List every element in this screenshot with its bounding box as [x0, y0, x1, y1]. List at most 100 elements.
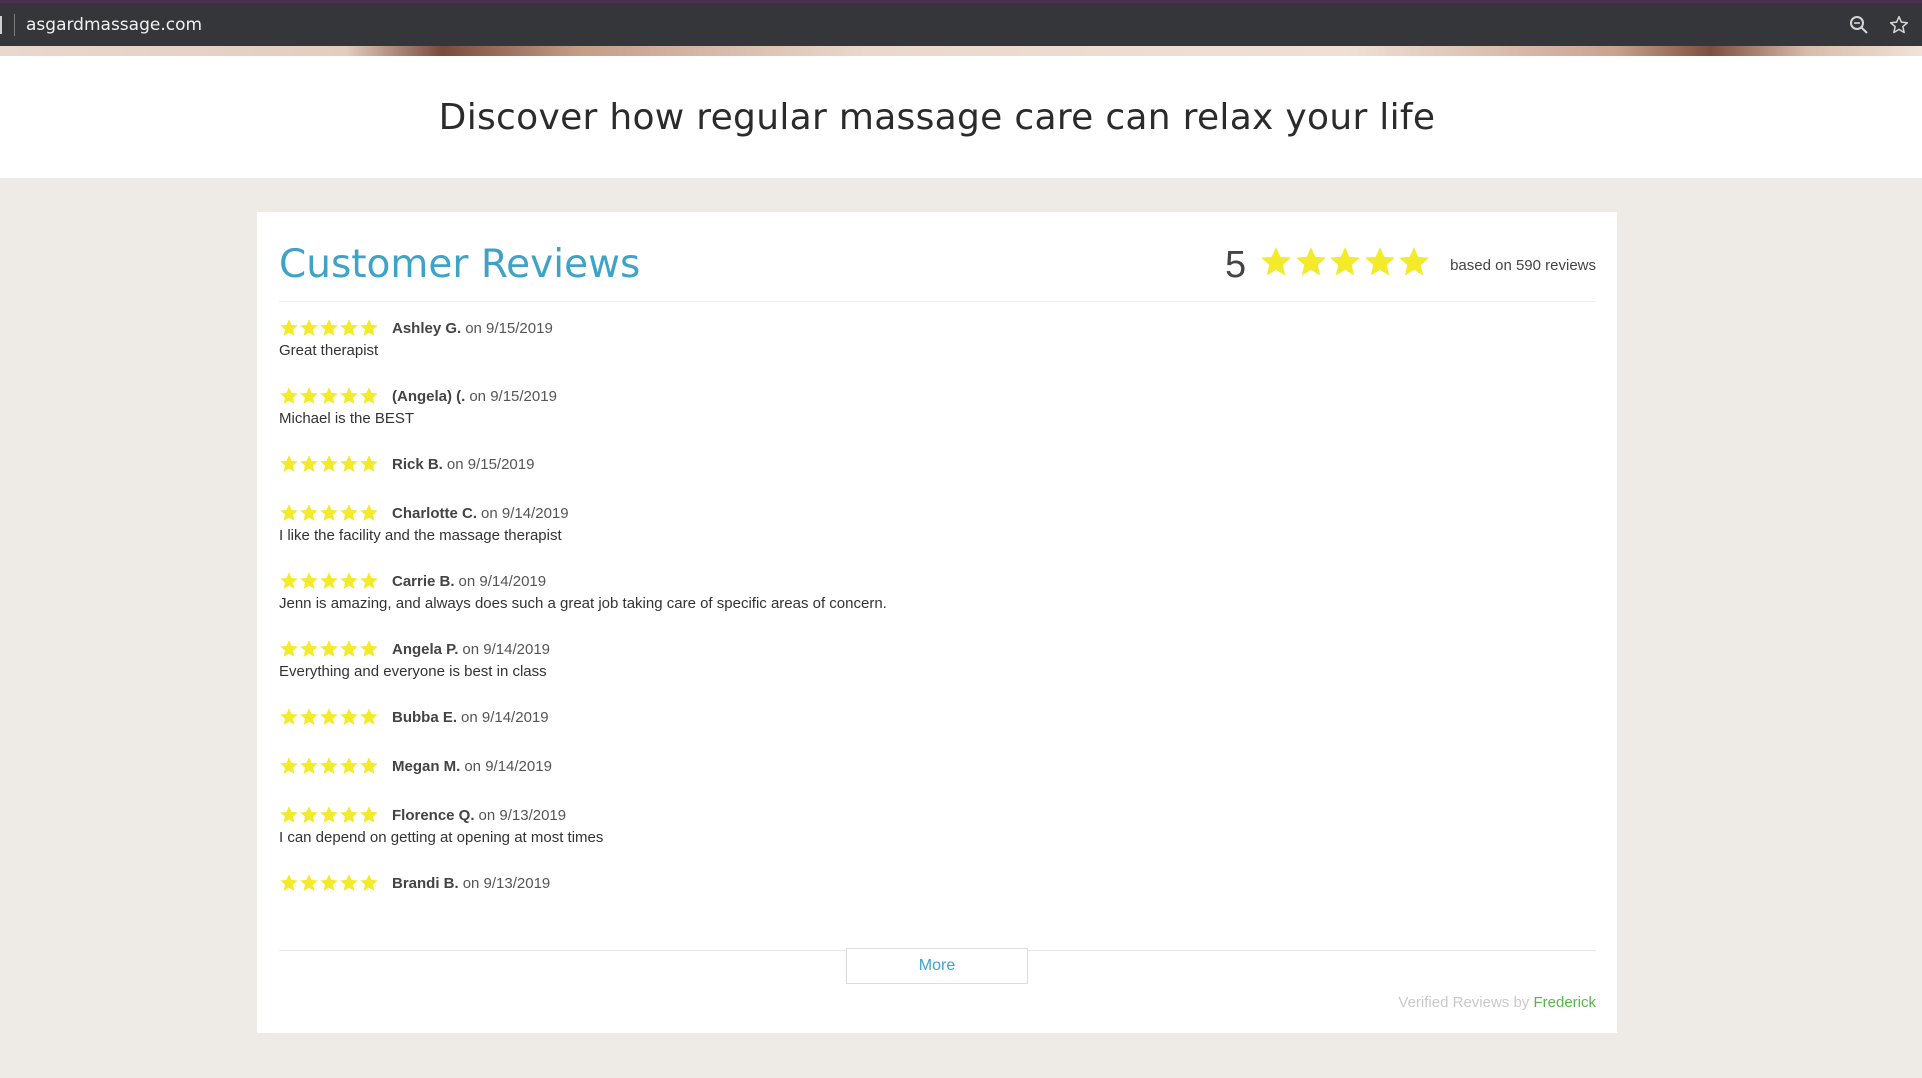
star-icon: [320, 572, 338, 589]
review-item: Brandi B. on 9/13/2019: [279, 872, 1596, 894]
star-icon: [340, 806, 358, 823]
star-icon: [360, 806, 378, 823]
review-item: Angela P. on 9/14/2019 Everything and ever…: [279, 638, 1596, 680]
average-rating: 5: [1225, 244, 1247, 286]
review-date: on 9/15/2019: [446, 455, 535, 473]
star-icon: [300, 387, 318, 404]
review-text: Great therapist: [279, 342, 379, 359]
review-item: Megan M. on 9/14/2019: [279, 755, 1596, 777]
review-date: on 9/14/2019: [464, 757, 552, 775]
star-icon: [360, 387, 378, 404]
zoom-icon[interactable]: [1848, 14, 1870, 36]
star-icon: [360, 640, 378, 657]
review-item: Ashley G. on 9/15/2019 Great therapist: [279, 317, 1596, 359]
star-icon: [1295, 247, 1326, 276]
reviews-widget: Customer Reviews 5 based on 590 reviews …: [257, 212, 1617, 1033]
review-stars: [279, 639, 379, 659]
star-icon: [340, 708, 358, 725]
review-date: on 9/15/2019: [465, 319, 553, 337]
review-stars: [279, 503, 379, 523]
star-icon: [360, 757, 378, 774]
more-button[interactable]: More: [846, 948, 1028, 984]
star-icon: [280, 874, 298, 891]
review-count: based on 590 reviews: [1450, 257, 1596, 274]
star-icon: [280, 757, 298, 774]
review-meta: Ashley G. on 9/15/2019: [279, 317, 1596, 339]
reviewer-name: Rick B.: [392, 455, 443, 473]
review-text: I like the facility and the massage ther…: [279, 527, 562, 544]
review-item: Carrie B. on 9/14/2019 Jenn is amazing, an…: [279, 570, 1596, 612]
review-meta: Rick B. on 9/15/2019: [279, 453, 1596, 475]
reviews-title: Customer Reviews: [279, 242, 641, 287]
reviewer-name: Florence Q.: [392, 806, 475, 824]
review-text: I can depend on getting at opening at mo…: [279, 829, 604, 846]
star-icon: [280, 504, 298, 521]
star-icon: [300, 504, 318, 521]
address-bar[interactable]: asgardmassage.com: [0, 3, 202, 46]
star-icon: [300, 806, 318, 823]
review-text: Jenn is amazing, and always does such a …: [279, 595, 887, 612]
review-stars: [279, 318, 379, 338]
verified-prefix: Verified Reviews by: [1398, 994, 1530, 1011]
verified-brand-link[interactable]: Frederick: [1533, 994, 1596, 1011]
star-icon: [280, 455, 298, 472]
review-item: (Angela) (. on 9/15/2019 Michael is the BE…: [279, 385, 1596, 427]
star-icon: [300, 757, 318, 774]
page-info-icon[interactable]: [0, 15, 2, 34]
review-text: Everything and everyone is best in class: [279, 663, 547, 680]
star-icon: [1330, 247, 1360, 276]
address-separator: [14, 13, 15, 36]
star-icon: [280, 319, 298, 336]
review-meta: Bubba E. on 9/14/2019: [279, 706, 1596, 728]
star-icon: [340, 572, 358, 589]
star-icon: [360, 319, 378, 336]
review-meta: Florence Q. on 9/13/2019: [279, 804, 1596, 826]
star-icon: [300, 874, 318, 891]
review-item: Charlotte C. on 9/14/2019 I like the facil…: [279, 502, 1596, 544]
star-icon: [340, 504, 358, 521]
star-icon: [360, 874, 378, 891]
star-icon: [280, 387, 298, 404]
star-icon: [320, 455, 338, 472]
star-icon: [280, 708, 298, 725]
star-icon: [300, 455, 318, 472]
star-icon: [1261, 247, 1291, 276]
browser-toolbar: asgardmassage.com: [0, 0, 1922, 46]
reviews-header: Customer Reviews 5 based on 590 reviews: [279, 212, 1596, 302]
review-date: on 9/14/2019: [462, 640, 551, 658]
review-meta: Angela P. on 9/14/2019: [279, 638, 1596, 660]
review-stars: [279, 756, 379, 776]
verified-reviews-credit: Verified Reviews by Frederick: [1398, 994, 1596, 1011]
hero-image-strip: [0, 46, 1922, 56]
star-icon: [300, 640, 318, 657]
star-icon: [320, 387, 338, 404]
review-stars: [279, 873, 379, 893]
star-icon: [340, 387, 358, 404]
page-tagline: Discover how regular massage care can re…: [438, 96, 1436, 138]
review-date: on 9/14/2019: [458, 572, 547, 590]
url-text[interactable]: asgardmassage.com: [26, 15, 202, 35]
review-meta: Charlotte C. on 9/14/2019: [279, 502, 1596, 524]
reviewer-name: (Angela) (.: [392, 387, 466, 405]
reviewer-name: Angela P.: [392, 640, 459, 658]
review-meta: Carrie B. on 9/14/2019: [279, 570, 1596, 592]
review-stars: [279, 707, 379, 727]
review-stars: [279, 805, 379, 825]
star-icon: [320, 504, 338, 521]
review-stars: [279, 386, 379, 406]
star-icon: [280, 806, 298, 823]
star-icon: [320, 806, 338, 823]
bookmark-star-icon[interactable]: [1888, 14, 1910, 36]
star-icon: [320, 640, 338, 657]
star-icon: [340, 757, 358, 774]
star-icon: [300, 572, 318, 589]
star-icon: [340, 640, 358, 657]
star-icon: [320, 757, 338, 774]
star-icon: [320, 319, 338, 336]
star-icon: [340, 455, 358, 472]
reviewer-name: Ashley G.: [392, 319, 462, 337]
reviewer-name: Bubba E.: [392, 708, 458, 726]
average-rating-stars: [1259, 245, 1432, 279]
review-meta: (Angela) (. on 9/15/2019: [279, 385, 1596, 407]
review-date: on 9/14/2019: [461, 708, 549, 726]
